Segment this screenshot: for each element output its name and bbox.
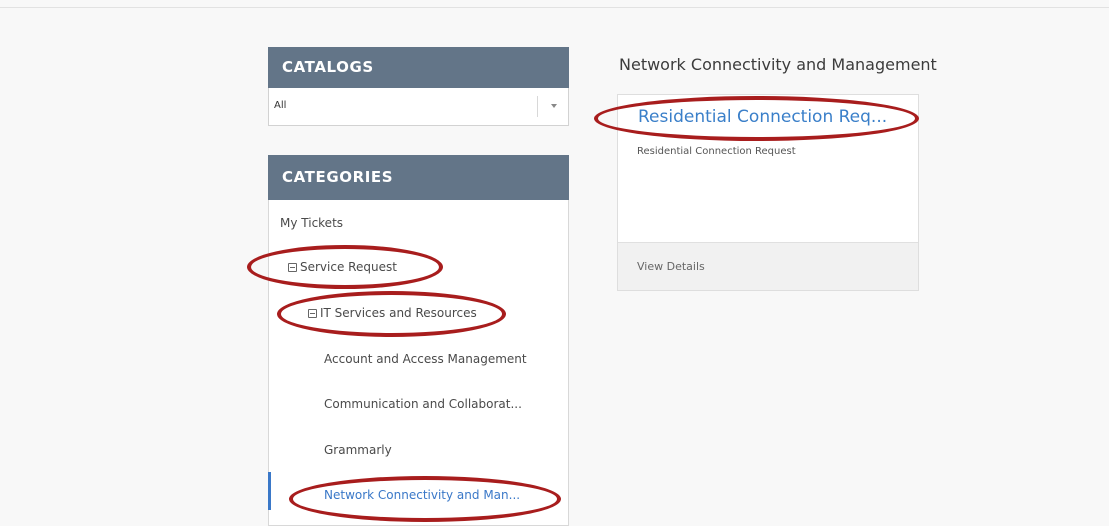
category-it-services[interactable]: IT Services and Resources xyxy=(308,306,477,320)
categories-header: CATEGORIES xyxy=(268,155,569,200)
card-description: Residential Connection Request xyxy=(637,146,796,157)
category-label: IT Services and Resources xyxy=(320,306,477,320)
top-divider xyxy=(0,7,1109,8)
catalogs-panel: CATALOGS All xyxy=(268,47,569,131)
catalogs-header: CATALOGS xyxy=(268,47,569,88)
select-separator xyxy=(537,96,538,117)
category-label: Grammarly xyxy=(324,443,392,457)
view-details-link[interactable]: View Details xyxy=(637,260,705,273)
catalog-select-value: All xyxy=(274,100,287,111)
category-communication[interactable]: Communication and Collaborat... xyxy=(324,397,522,411)
category-network-connectivity[interactable]: Network Connectivity and Man... xyxy=(324,488,520,502)
catalog-select[interactable]: All xyxy=(268,88,569,126)
active-indicator xyxy=(268,472,271,510)
category-label: Communication and Collaborat... xyxy=(324,397,522,411)
category-account-access[interactable]: Account and Access Management xyxy=(324,352,527,366)
collapse-icon[interactable] xyxy=(288,263,297,272)
category-label: Account and Access Management xyxy=(324,352,527,366)
category-label: Service Request xyxy=(300,260,397,274)
category-label: My Tickets xyxy=(280,216,344,230)
catalog-item-card[interactable]: Residential Connection Req... Residentia… xyxy=(617,94,919,291)
category-grammarly[interactable]: Grammarly xyxy=(324,443,392,457)
chevron-down-icon[interactable] xyxy=(551,104,557,108)
category-service-request[interactable]: Service Request xyxy=(288,260,397,274)
category-label: Network Connectivity and Man... xyxy=(324,488,521,502)
card-title-link[interactable]: Residential Connection Req... xyxy=(638,107,887,127)
categories-panel: CATEGORIES My Tickets Service Request IT… xyxy=(268,155,569,526)
category-my-tickets[interactable]: My Tickets xyxy=(280,216,343,230)
section-title: Network Connectivity and Management xyxy=(619,55,937,74)
card-footer: View Details xyxy=(618,242,918,290)
collapse-icon[interactable] xyxy=(308,309,317,318)
